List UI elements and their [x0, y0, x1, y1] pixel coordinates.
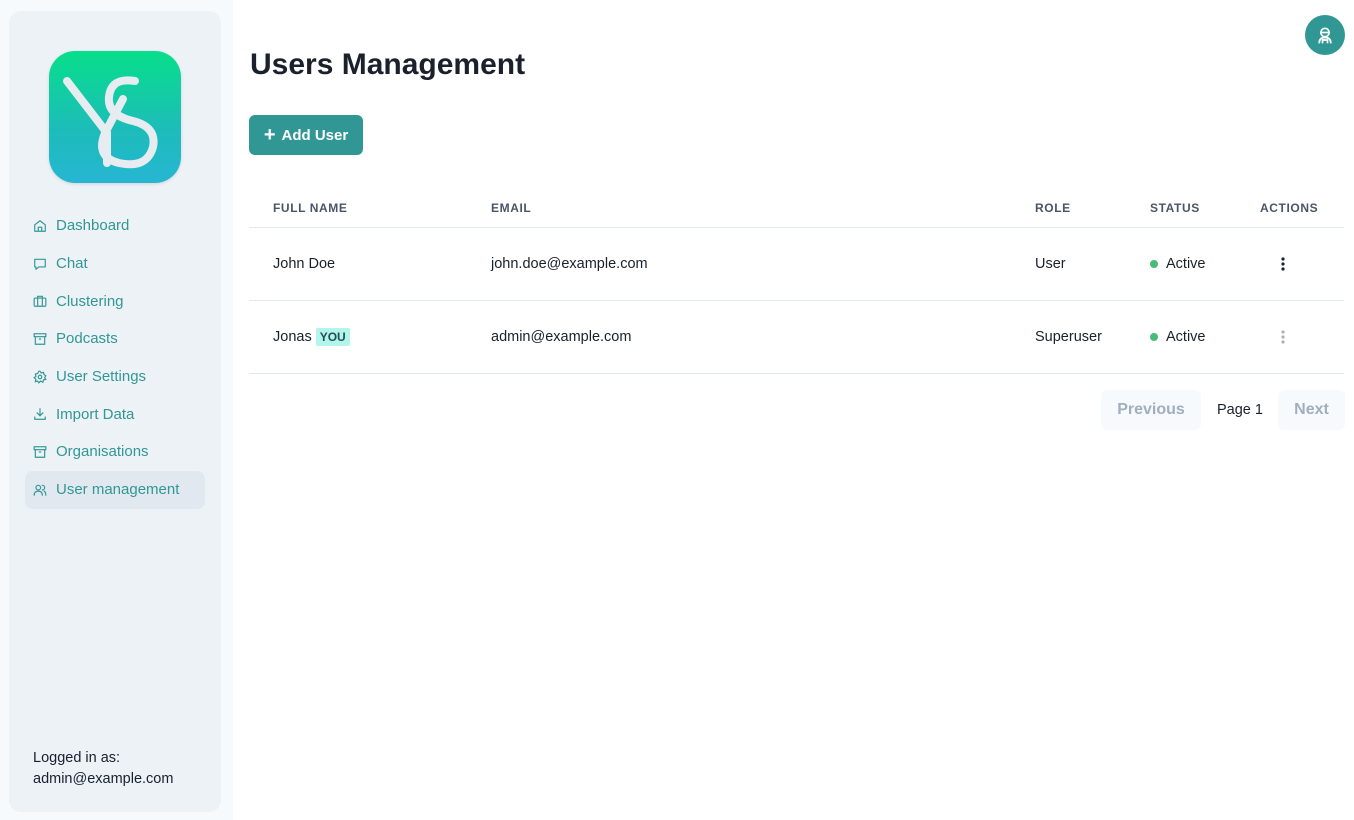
sidebar-nav: Dashboard Chat Clustering Podcasts User …: [25, 207, 205, 509]
status-text: Active: [1166, 329, 1206, 345]
sidebar-item-label: Chat: [56, 255, 88, 273]
status-active-icon: [1150, 260, 1158, 268]
sidebar-item-user-management[interactable]: User management: [25, 470, 205, 509]
table-row: Jonas YOU admin@example.com Superuser Ac…: [249, 301, 1344, 374]
sidebar-item-label: User management: [56, 481, 180, 499]
settings-icon: [33, 370, 47, 384]
row-actions-menu-button: [1276, 301, 1290, 373]
column-header-email[interactable]: Email: [491, 188, 531, 227]
table-row: John Doe john.doe@example.com User Activ…: [249, 228, 1344, 301]
archive-icon: [33, 332, 47, 346]
sidebar-item-label: User Settings: [56, 368, 147, 386]
sidebar-item-user-settings[interactable]: User Settings: [25, 358, 205, 396]
sidebar-item-dashboard[interactable]: Dashboard: [25, 207, 205, 245]
pagination: Previous Page 1 Next: [1101, 390, 1345, 430]
user-avatar-icon: [1318, 27, 1332, 44]
briefcase-icon: [33, 294, 47, 308]
user-role: User: [1035, 256, 1066, 272]
status-active-icon: [1150, 333, 1158, 341]
users-icon: [33, 483, 47, 497]
kebab-menu-icon: [1281, 330, 1285, 344]
download-icon: [33, 407, 47, 421]
next-page-button[interactable]: Next: [1278, 390, 1345, 430]
sidebar-item-organisations[interactable]: Organisations: [25, 433, 205, 471]
sidebar-item-label: Podcasts: [56, 330, 118, 348]
sidebar-item-label: Organisations: [56, 443, 149, 461]
user-status: Active: [1150, 228, 1206, 300]
page-indicator: Page 1: [1217, 402, 1263, 418]
kebab-menu-icon: [1281, 257, 1285, 271]
user-full-name: Jonas YOU: [273, 301, 350, 373]
row-actions-menu-button[interactable]: [1276, 228, 1290, 300]
logged-in-label: Logged in as:: [33, 750, 121, 766]
user-name-text: John Doe: [273, 256, 336, 272]
add-user-label: Add User: [281, 126, 349, 144]
logged-in-info: Logged in as: admin@example.com: [33, 748, 173, 790]
user-role: Superuser: [1035, 329, 1102, 345]
you-badge: YOU: [315, 328, 350, 346]
sidebar-item-label: Clustering: [56, 292, 124, 310]
column-header-full-name[interactable]: Full name: [273, 188, 348, 227]
add-user-button[interactable]: + Add User: [249, 115, 363, 155]
user-name-text: Jonas: [273, 329, 312, 345]
logo-mark-icon: [63, 76, 158, 169]
user-status: Active: [1150, 301, 1206, 373]
page-title: Users Management: [250, 48, 526, 81]
sidebar-item-import-data[interactable]: Import Data: [25, 395, 205, 433]
sidebar-item-clustering[interactable]: Clustering: [25, 282, 205, 320]
sidebar-container: Dashboard Chat Clustering Podcasts User …: [0, 0, 233, 820]
sidebar-item-label: Import Data: [56, 405, 135, 423]
sidebar: Dashboard Chat Clustering Podcasts User …: [9, 11, 221, 812]
previous-page-button[interactable]: Previous: [1101, 390, 1201, 430]
users-table: Full name Email Role Status Actions John…: [249, 188, 1344, 374]
sidebar-item-chat[interactable]: Chat: [25, 245, 205, 283]
home-icon: [33, 219, 47, 233]
column-header-role[interactable]: Role: [1035, 188, 1071, 227]
status-text: Active: [1166, 256, 1206, 272]
chat-icon: [33, 257, 47, 271]
column-header-actions: Actions: [1260, 200, 1319, 215]
table-header: Full name Email Role Status Actions: [249, 188, 1344, 228]
user-full-name: John Doe: [273, 228, 335, 300]
user-email: admin@example.com: [491, 329, 632, 345]
sidebar-item-label: Dashboard: [56, 217, 130, 235]
sidebar-item-podcasts[interactable]: Podcasts: [25, 320, 205, 358]
user-avatar-button[interactable]: [1305, 15, 1345, 55]
column-header-status[interactable]: Status: [1150, 188, 1200, 227]
logo[interactable]: [49, 51, 181, 183]
archive-icon: [33, 445, 47, 459]
user-email: john.doe@example.com: [491, 256, 648, 272]
app-root: Dashboard Chat Clustering Podcasts User …: [0, 0, 1354, 820]
plus-icon: +: [263, 124, 276, 146]
logged-in-email: admin@example.com: [33, 771, 174, 787]
